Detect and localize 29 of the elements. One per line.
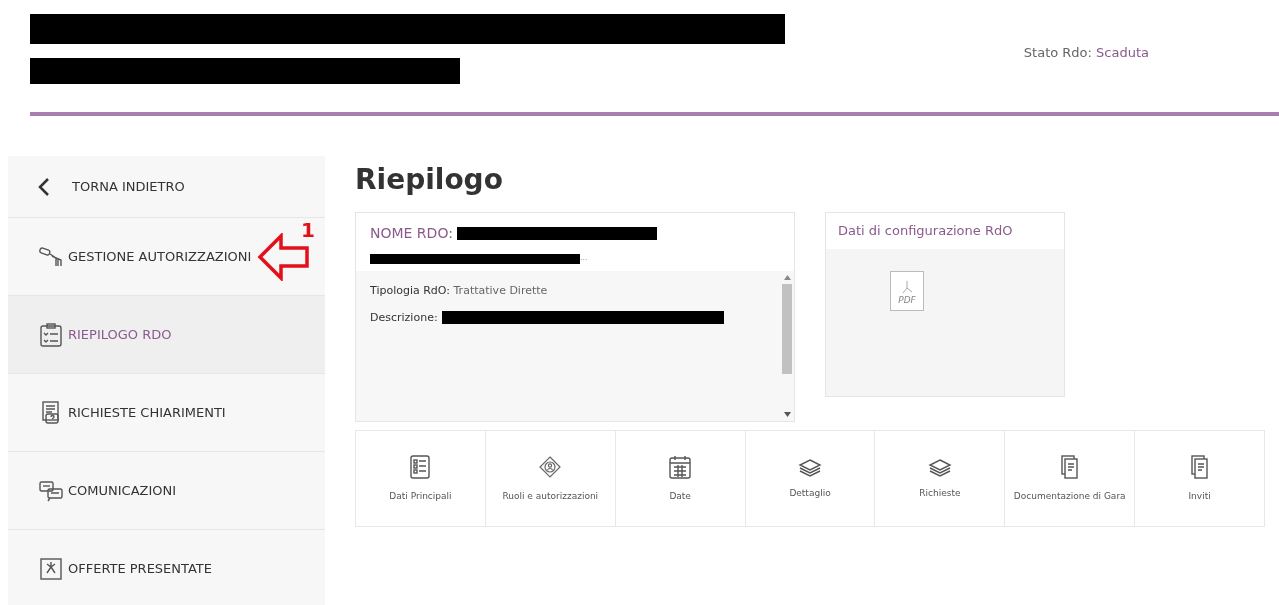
section-tile[interactable]: Ruoli e autorizzazioni: [485, 431, 616, 526]
section-tile[interactable]: Documentazione di Gara: [1005, 431, 1136, 526]
scrollbar-thumb[interactable]: [782, 284, 792, 374]
page-title: Riepilogo: [355, 166, 504, 194]
field-row: Descrizione:: [370, 309, 438, 326]
ellipsis: ...: [580, 252, 588, 264]
framed-figure-icon: [38, 555, 64, 582]
pdf-file-icon[interactable]: PDF: [890, 271, 924, 311]
section-tile[interactable]: Date: [615, 431, 746, 526]
chevron-left-icon: [38, 176, 50, 197]
annotation-number: 1: [301, 216, 315, 244]
layers-icon: [797, 456, 823, 477]
section-tile[interactable]: Inviti: [1135, 431, 1264, 526]
section-tile[interactable]: Richieste: [875, 431, 1006, 526]
card-title: Dati di configurazione RdO: [838, 222, 1013, 241]
calendar-icon: [668, 453, 693, 480]
scroll-down-arrow-icon[interactable]: [783, 412, 791, 417]
rdo-name-label: NOME RDO:: [370, 224, 453, 243]
layers-icon: [926, 456, 953, 477]
scroll-up-arrow-icon[interactable]: [783, 275, 791, 280]
clipboard-icon: [38, 321, 64, 348]
field-row-text: Tipologia RdO: Trattative Dirette: [370, 283, 548, 299]
sidebar-item[interactable]: RIEPILOGO RDO: [8, 296, 325, 374]
rdo-status: Stato Rdo: Scaduta: [1023, 45, 1149, 60]
documents-icon: [1189, 453, 1210, 480]
section-tile[interactable]: Dati Principali: [356, 431, 486, 526]
documents-icon: [1059, 453, 1080, 480]
section-tile[interactable]: Dettaglio: [745, 431, 876, 526]
list-document-icon: [409, 453, 432, 480]
